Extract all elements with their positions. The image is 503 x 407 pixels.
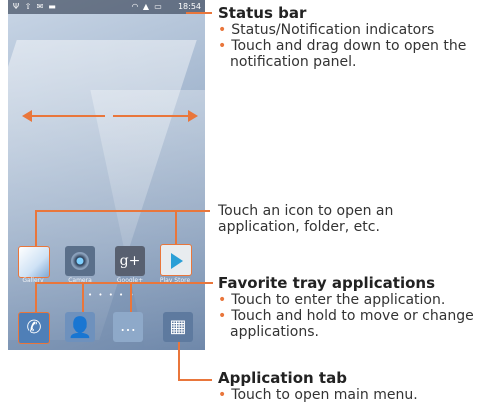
status-bar[interactable]: Ψ ⇧ ✉ ▬ ◠ ▲ ▭ 18:54 xyxy=(8,0,205,14)
icon-callout-pointer xyxy=(175,210,210,212)
upload-icon: ⇧ xyxy=(24,2,32,11)
icon-callout-left xyxy=(35,210,37,246)
google-plus-icon[interactable]: g+ xyxy=(115,246,145,276)
annotation-title: Status bar xyxy=(218,4,307,22)
swipe-right-line xyxy=(113,115,190,117)
annotation-bullet: • Touch to open main menu. xyxy=(218,387,418,403)
status-bar-annotation: Status bar • Status/Notification indicato… xyxy=(218,4,467,71)
phone-icon[interactable]: ✆ xyxy=(18,312,50,344)
favorites-annotation: Favorite tray applications • Touch to ent… xyxy=(218,274,474,341)
icon-callout-top xyxy=(35,210,175,212)
icon-hint-annotation: Touch an icon to open an application, fo… xyxy=(218,203,393,235)
annotation-bullet: • Touch to enter the application. xyxy=(218,292,446,308)
messaging-icon[interactable]: … xyxy=(113,312,143,342)
usb-icon: Ψ xyxy=(12,2,20,11)
swipe-right-arrow xyxy=(188,110,198,122)
battery-icon: ▭ xyxy=(154,2,162,11)
play-store-icon[interactable] xyxy=(160,244,192,276)
favorites-drop xyxy=(130,282,132,312)
signal-icon: ▲ xyxy=(142,2,150,11)
battery-charge-icon: ▬ xyxy=(48,2,56,11)
email-icon: ✉ xyxy=(36,2,44,11)
app-tab-callout-h xyxy=(178,379,212,381)
play-triangle-icon xyxy=(171,253,183,269)
app-tab-callout-v xyxy=(178,342,180,380)
wifi-icon: ◠ xyxy=(131,2,139,11)
annotation-title: Application tab xyxy=(218,369,347,387)
annotation-bullet: • Status/Notification indicators xyxy=(218,22,435,38)
phone-screen: Ψ ⇧ ✉ ▬ ◠ ▲ ▭ 18:54 Gallery Camera g+ Go… xyxy=(8,0,205,350)
status-bar-callout xyxy=(186,12,212,14)
favorites-drop xyxy=(82,282,84,312)
favorites-drop xyxy=(35,282,37,312)
app-grid-icon[interactable]: ▦ xyxy=(163,312,193,342)
favorites-callout xyxy=(35,282,213,284)
swipe-left-line xyxy=(30,115,105,117)
page-indicator[interactable]: • • • • • xyxy=(88,291,136,299)
camera-lens-icon xyxy=(71,252,89,270)
annotation-text: Touch an icon to open an xyxy=(218,203,394,219)
contacts-icon[interactable]: 👤 xyxy=(65,312,95,342)
annotation-bullet: • Touch and hold to move or change xyxy=(218,308,474,324)
annotation-bullet: • Touch and drag down to open the xyxy=(218,38,467,54)
annotation-bullet-cont: applications. xyxy=(230,324,319,340)
annotation-text: application, folder, etc. xyxy=(218,219,380,235)
gallery-icon[interactable] xyxy=(18,246,50,278)
annotation-bullet-cont: notification panel. xyxy=(230,54,357,70)
app-tab-annotation: Application tab • Touch to open main menu… xyxy=(218,369,418,404)
icon-callout-right xyxy=(175,210,177,244)
annotation-title: Favorite tray applications xyxy=(218,274,436,292)
camera-icon[interactable] xyxy=(65,246,95,276)
